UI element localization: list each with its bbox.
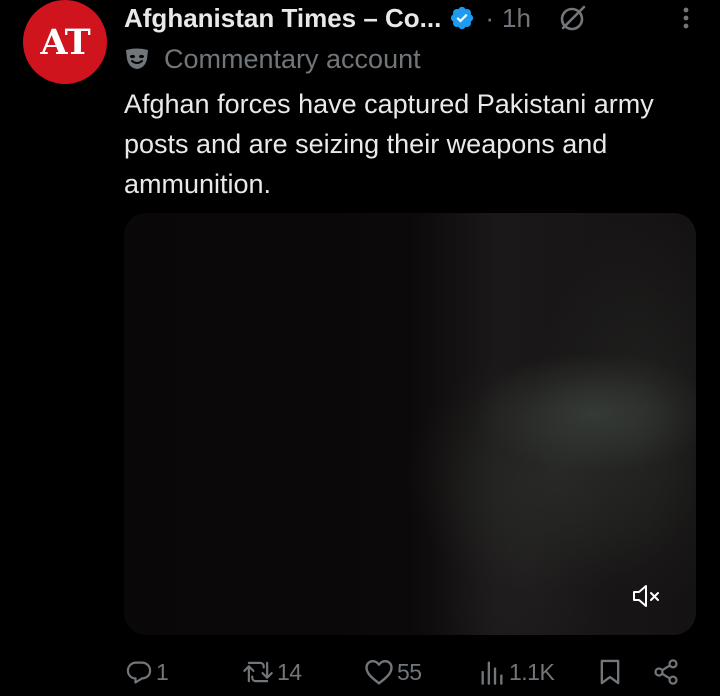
post-header: Afghanistan Times – Co... · 1h <box>124 0 702 36</box>
avatar[interactable]: AT <box>23 0 107 84</box>
views-button[interactable]: 1.1K <box>478 658 555 686</box>
share-icon <box>654 659 678 685</box>
video-player[interactable] <box>124 213 696 635</box>
share-button[interactable] <box>651 658 681 686</box>
theater-mask-icon <box>126 48 148 69</box>
heart-icon <box>365 659 393 685</box>
reply-icon <box>126 661 152 684</box>
repost-button[interactable]: 14 <box>242 658 302 686</box>
bookmark-button[interactable] <box>598 658 622 686</box>
commentary-label: Commentary account <box>124 42 421 76</box>
author-name[interactable]: Afghanistan Times – Co... <box>124 3 441 34</box>
more-options-icon[interactable] <box>682 6 690 30</box>
reply-count: 1 <box>156 658 169 685</box>
repost-count: 14 <box>277 658 302 685</box>
volume-muted-icon[interactable] <box>632 583 662 609</box>
avatar-text: AT <box>40 21 90 63</box>
verified-badge-icon <box>451 6 474 30</box>
like-button[interactable]: 55 <box>364 658 422 686</box>
post-time[interactable]: 1h <box>502 3 531 34</box>
like-count: 55 <box>397 658 422 685</box>
repost-icon <box>243 661 273 683</box>
commentary-text: Commentary account <box>164 43 421 74</box>
analytics-icon <box>481 661 503 685</box>
post-text: Afghan forces have captured Pakistani ar… <box>124 89 654 199</box>
view-count: 1.1K <box>509 658 555 685</box>
time-separator: · <box>485 2 495 33</box>
reply-button[interactable]: 1 <box>125 658 169 686</box>
bookmark-icon <box>600 659 620 685</box>
grok-icon[interactable] <box>557 2 589 34</box>
action-bar: 1 14 55 1.1K <box>0 654 720 692</box>
